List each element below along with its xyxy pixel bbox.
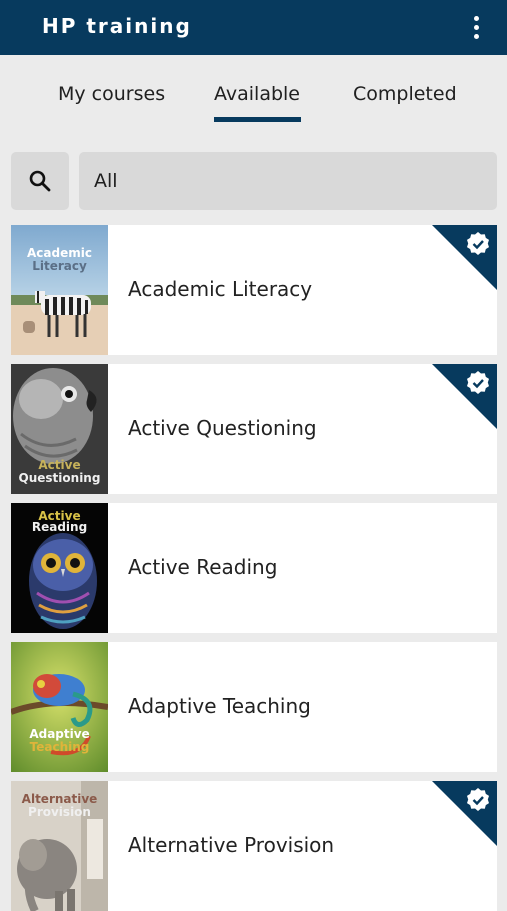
tab-completed[interactable]: Completed	[353, 83, 457, 105]
course-thumbnail: Adaptive Teaching	[11, 642, 108, 772]
course-title: Adaptive Teaching	[128, 694, 311, 718]
course-card-active-questioning[interactable]: Active Questioning Active Questioning	[11, 364, 497, 494]
course-title: Active Questioning	[128, 416, 317, 440]
check-badge-icon	[432, 364, 497, 429]
thumb-text-line-2: Provision	[28, 805, 91, 819]
course-card-active-reading[interactable]: Active Reading Active Reading	[11, 503, 497, 633]
course-card-adaptive-teaching[interactable]: Adaptive Teaching Adaptive Teaching	[11, 642, 497, 772]
thumb-text-line-2: Teaching	[29, 740, 90, 754]
more-vert-icon[interactable]	[471, 14, 481, 42]
course-title: Alternative Provision	[128, 833, 335, 857]
course-thumbnail: Alternative Provision	[11, 781, 108, 911]
course-card-academic-literacy[interactable]: Academic Literacy Academic Literacy	[11, 225, 497, 355]
search-button[interactable]	[11, 152, 69, 210]
course-title: Active Reading	[128, 555, 278, 579]
course-card-alternative-provision[interactable]: Alternative Provision Alternative Provis…	[11, 781, 497, 911]
filter-dropdown[interactable]: All	[79, 152, 497, 210]
course-thumbnail: Active Reading	[11, 503, 108, 633]
app-bar: HP training	[0, 0, 507, 55]
tab-my-courses[interactable]: My courses	[58, 83, 165, 105]
check-badge-icon	[432, 225, 497, 290]
tab-bar: My courses Available Completed	[0, 55, 507, 125]
course-thumbnail: Academic Literacy	[11, 225, 108, 355]
search-icon	[29, 170, 51, 192]
thumb-text-line-2: Questioning	[18, 471, 101, 485]
check-badge-icon	[432, 781, 497, 846]
tab-available[interactable]: Available	[214, 83, 302, 122]
course-thumbnail: Active Questioning	[11, 364, 108, 494]
thumb-text-line-2: Literacy	[32, 259, 87, 273]
filter-value: All	[94, 170, 118, 192]
app-title: HP training	[42, 14, 192, 38]
course-title: Academic Literacy	[128, 277, 313, 301]
thumb-text-line-2: Reading	[31, 520, 88, 534]
